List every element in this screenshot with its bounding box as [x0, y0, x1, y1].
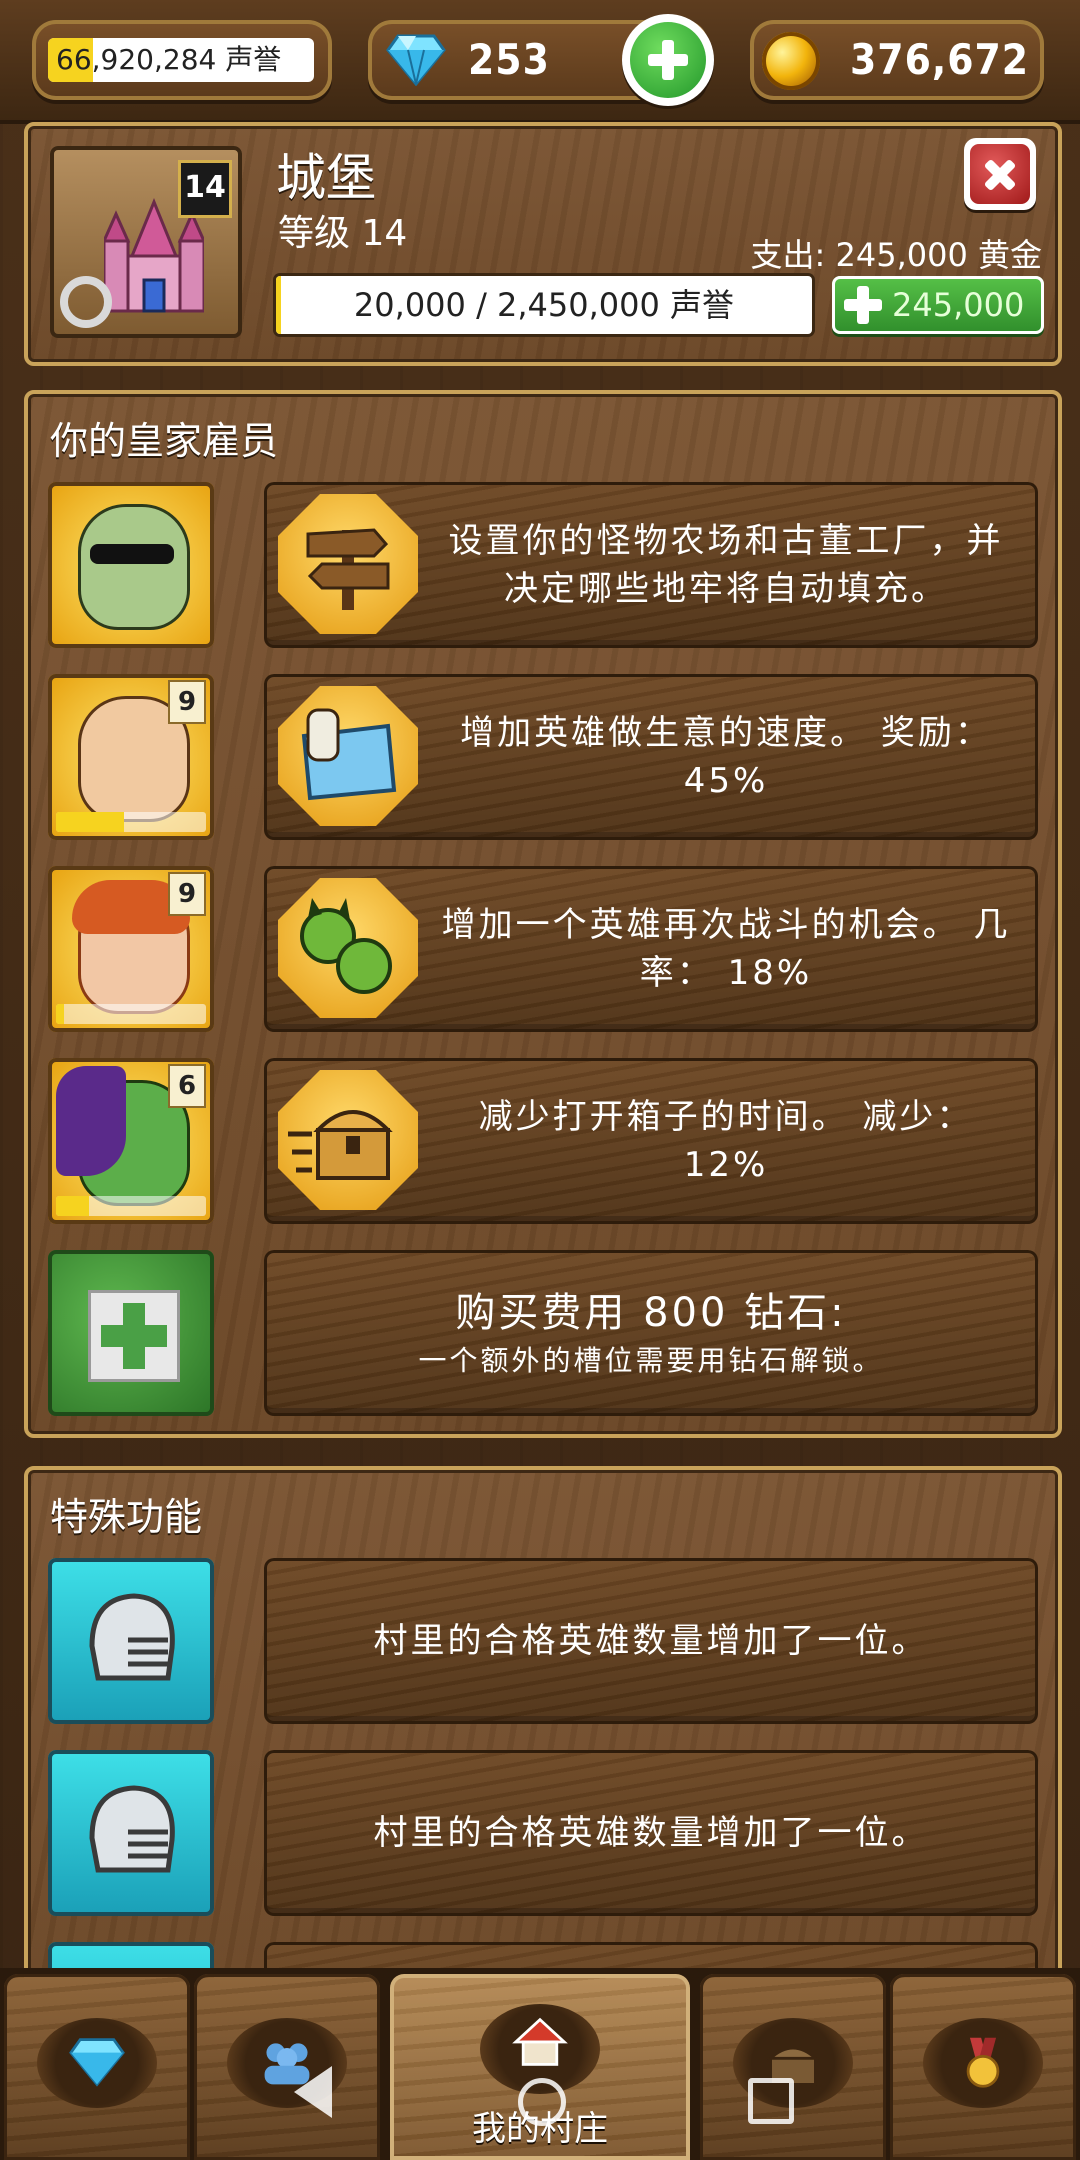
top-bar: 66,920,284 声誉 253 376,672: [0, 0, 1080, 124]
employee-card[interactable]: 设置你的怪物农场和古董工厂，并决定哪些地牢将自动填充。: [264, 482, 1038, 648]
feature-row: 村里的合格英雄数量增加了一位。: [48, 1750, 1038, 1918]
employee-description: 增加一个英雄再次战斗的机会。 几率： 18%: [441, 905, 1011, 993]
plus-icon: [844, 286, 882, 324]
avatar[interactable]: [48, 482, 214, 648]
level-badge: 9: [168, 680, 206, 724]
reputation-counter[interactable]: 66,920,284 声誉: [32, 20, 332, 100]
close-button[interactable]: [964, 138, 1036, 210]
level-badge: 14: [178, 160, 232, 218]
skill-bar-fill: [56, 812, 124, 832]
feature-card: 村里的合格英雄数量增加了一位。: [264, 1750, 1038, 1916]
employees-panel: 你的皇家雇员 设置你的怪物农场和古董工厂，并决定哪些地牢将自动填充。 9 增加英…: [24, 390, 1062, 1438]
buy-slot-card[interactable]: 购买费用 800 钻石: 一个额外的槽位需要用钻石解锁。: [264, 1250, 1038, 1416]
nav-tab-village[interactable]: 我的村庄: [390, 1974, 690, 2160]
reputation-bar: 66,920,284 声誉: [48, 38, 314, 82]
employees-title: 你的皇家雇员: [50, 419, 279, 463]
plus-icon: [630, 22, 706, 98]
reputation-value: 66,920,284 声誉: [56, 43, 282, 76]
nav-tab-gems[interactable]: [4, 1974, 190, 2160]
level-badge: 9: [168, 872, 206, 916]
orc-portrait: [78, 504, 190, 630]
skill-bar: [56, 812, 206, 832]
nav-tab-heroes[interactable]: [194, 1974, 380, 2160]
nav-tab-chest[interactable]: [700, 1974, 886, 2160]
avatar[interactable]: 6: [48, 1058, 214, 1224]
close-icon: [970, 144, 1030, 204]
diamond-icon: [386, 34, 446, 86]
system-back-button[interactable]: [294, 2066, 332, 2118]
gear-icon[interactable]: [60, 276, 112, 328]
gold-counter[interactable]: 376,672: [750, 20, 1044, 100]
building-panel: 14 城堡 等级 14 支出: 245,000 黄金 20,000 / 2,45…: [24, 122, 1062, 366]
house-icon: [512, 2017, 568, 2066]
buy-slot-row[interactable]: 购买费用 800 钻石: 一个额外的槽位需要用钻石解锁。: [48, 1250, 1038, 1418]
features-title: 特殊功能: [50, 1495, 203, 1539]
employee-description: 设置你的怪物农场和古董工厂，并决定哪些地牢将自动填充。: [448, 521, 1004, 609]
treasure-chest-icon: [278, 1070, 418, 1210]
upgrade-button-label: 245,000: [892, 286, 1025, 324]
employee-card[interactable]: 增加一个英雄再次战斗的机会。 几率： 18%: [264, 866, 1038, 1032]
buy-slot-text: 购买费用 800 钻石: 一个额外的槽位需要用钻石解锁。: [284, 1250, 1018, 1416]
knight-helmet-icon: [89, 1593, 175, 1681]
plus-icon: [88, 1290, 180, 1382]
diamond-icon: [69, 2038, 125, 2087]
employee-row[interactable]: 设置你的怪物农场和古董工厂，并决定哪些地牢将自动填充。: [48, 482, 1038, 650]
feature-card: 村里的合格英雄数量增加了一位。: [264, 1558, 1038, 1724]
signpost-icon: [278, 494, 418, 634]
employee-row[interactable]: 9 增加一个英雄再次战斗的机会。 几率： 18%: [48, 866, 1038, 1034]
feature-icon-box: [48, 1558, 214, 1724]
feature-description: 村里的合格英雄数量增加了一位。: [373, 1813, 929, 1853]
feature-description: 村里的合格英雄数量增加了一位。: [373, 1621, 929, 1661]
system-home-button[interactable]: [518, 2078, 566, 2126]
castle-thumbnail: 14: [50, 146, 242, 338]
employee-description: 减少打开箱子的时间。 减少： 12%: [478, 1097, 974, 1185]
gold-coin-icon: [762, 32, 820, 90]
building-progress-text: 20,000 / 2,450,000 声誉: [353, 286, 735, 324]
skill-bar: [56, 1004, 206, 1024]
upgrade-button[interactable]: 245,000: [832, 276, 1044, 334]
buy-gems-button[interactable]: [622, 14, 714, 106]
gem-count: 253: [468, 35, 550, 84]
level-badge: 6: [168, 1064, 206, 1108]
system-recents-button[interactable]: [748, 2078, 794, 2124]
building-name: 城堡: [276, 149, 376, 207]
avatar[interactable]: 9: [48, 674, 214, 840]
employee-description: 增加英雄做生意的速度。 奖励： 45%: [460, 713, 992, 801]
buy-slot-button[interactable]: [48, 1250, 214, 1416]
medal-icon: [966, 2037, 1000, 2088]
building-progress-bar: 20,000 / 2,450,000 声誉: [276, 276, 812, 334]
employee-row[interactable]: 6 减少打开箱子的时间。 减少： 12%: [48, 1058, 1038, 1226]
sunglasses-icon: [90, 544, 174, 564]
feature-row: 村里的合格英雄数量增加了一位。: [48, 1558, 1038, 1726]
features-panel: 特殊功能 村里的合格英雄数量增加了一位。 村里的合格英雄数量增加了一位。: [24, 1466, 1062, 2108]
employee-row[interactable]: 9 增加英雄做生意的速度。 奖励： 45%: [48, 674, 1038, 842]
hair-shape: [56, 1066, 126, 1176]
skill-bar-fill: [56, 1004, 64, 1024]
employee-card[interactable]: 增加英雄做生意的速度。 奖励： 45%: [264, 674, 1038, 840]
skill-bar: [56, 1196, 206, 1216]
feature-icon-box: [48, 1750, 214, 1916]
employee-card[interactable]: 减少打开箱子的时间。 减少： 12%: [264, 1058, 1038, 1224]
upgrade-cost: 支出: 245,000 黄金: [750, 236, 1042, 274]
skill-bar-fill: [56, 1196, 89, 1216]
knight-helmet-icon: [89, 1785, 175, 1873]
gold-count: 376,672: [850, 35, 1030, 84]
buy-slot-subtitle: 一个额外的槽位需要用钻石解锁。: [418, 1344, 884, 1377]
nav-tab-achievements[interactable]: [890, 1974, 1076, 2160]
map-scroll-icon: [278, 686, 418, 826]
buy-slot-title: 购买费用 800 钻石:: [455, 1290, 847, 1336]
building-level: 等级 14: [278, 213, 408, 254]
goblin-heads-icon: [278, 878, 418, 1018]
bottom-nav: 我的村庄: [0, 1968, 1080, 2160]
avatar[interactable]: 9: [48, 866, 214, 1032]
